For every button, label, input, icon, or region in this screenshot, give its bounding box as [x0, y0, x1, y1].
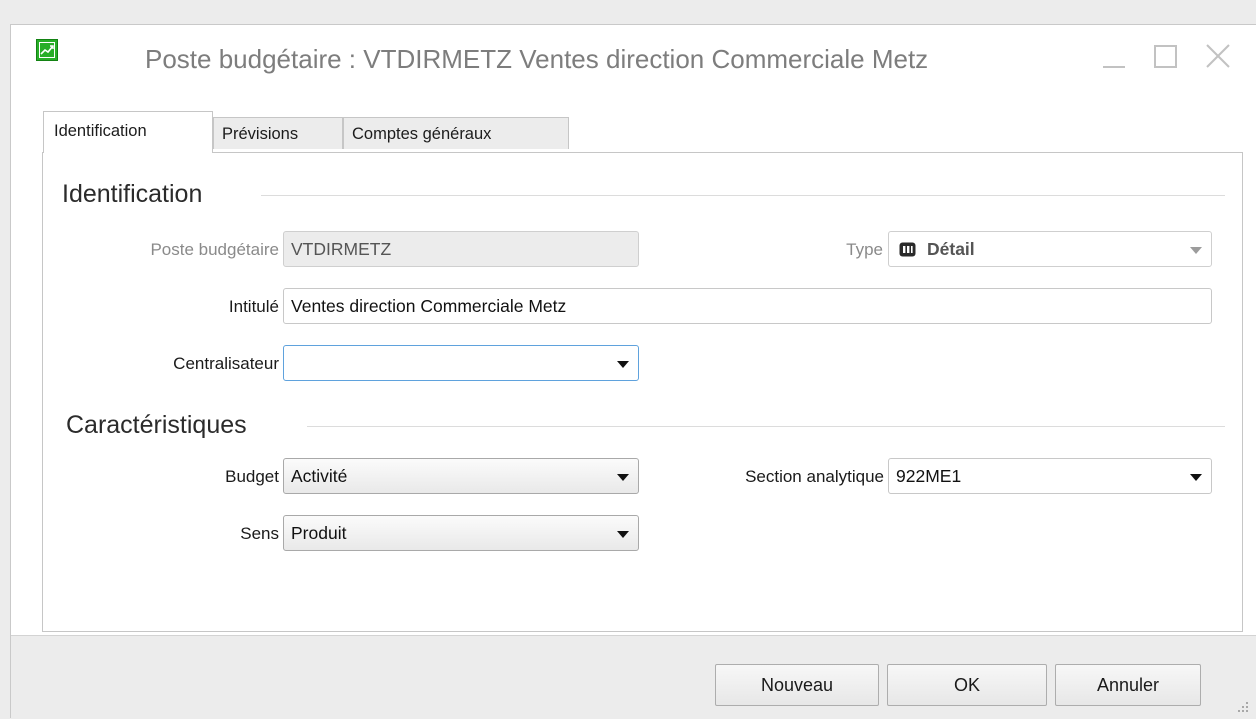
- chevron-down-icon: [617, 474, 629, 481]
- section-analytique-value: 922ME1: [896, 466, 962, 486]
- nouveau-button[interactable]: Nouveau: [715, 664, 879, 706]
- poste-budgetaire-field[interactable]: VTDIRMETZ: [283, 231, 639, 267]
- type-select[interactable]: Détail: [888, 231, 1212, 267]
- intitule-field[interactable]: Ventes direction Commerciale Metz: [283, 288, 1212, 324]
- minimize-button[interactable]: [1099, 37, 1129, 73]
- type-label: Type: [846, 240, 883, 259]
- annuler-button[interactable]: Annuler: [1055, 664, 1201, 706]
- budget-value: Activité: [291, 466, 348, 486]
- dialog-footer: Nouveau OK Annuler: [11, 635, 1256, 719]
- chevron-down-icon: [1190, 474, 1202, 481]
- centralisateur-label: Centralisateur: [173, 354, 279, 373]
- section-title-identification: Identification: [62, 180, 203, 208]
- intitule-label: Intitulé: [228, 297, 279, 316]
- section-divider: [307, 426, 1225, 427]
- sens-value: Produit: [291, 523, 347, 543]
- centralisateur-select[interactable]: [283, 345, 639, 381]
- budget-chart-icon: [36, 39, 58, 61]
- sens-select[interactable]: Produit: [283, 515, 639, 551]
- dialog-window: Poste budgétaire : VTDIRMETZ Ventes dire…: [10, 24, 1256, 719]
- ok-button[interactable]: OK: [887, 664, 1047, 706]
- resize-grip-icon[interactable]: [1237, 701, 1249, 713]
- tab-comptes-generaux[interactable]: Comptes généraux: [343, 117, 569, 149]
- window-title: Poste budgétaire : VTDIRMETZ Ventes dire…: [145, 44, 929, 74]
- chevron-down-icon: [617, 361, 629, 368]
- chevron-down-icon: [617, 531, 629, 538]
- section-title-caracteristiques: Caractéristiques: [66, 411, 247, 439]
- title-bar: Poste budgétaire : VTDIRMETZ Ventes dire…: [11, 25, 1256, 91]
- tab-previsions[interactable]: Prévisions: [213, 117, 343, 149]
- close-button[interactable]: [1203, 37, 1233, 73]
- budget-select[interactable]: Activité: [283, 458, 639, 494]
- budget-label: Budget: [225, 467, 279, 486]
- tab-panel-identification: Identification Poste budgétaire VTDIRMET…: [42, 152, 1243, 632]
- chevron-down-icon: [1190, 247, 1202, 254]
- sens-label: Sens: [240, 524, 279, 543]
- section-analytique-label: Section analytique: [745, 467, 884, 486]
- section-divider: [261, 195, 1225, 196]
- detail-type-icon: [899, 242, 916, 257]
- type-value: Détail: [927, 239, 975, 259]
- section-analytique-select[interactable]: 922ME1: [888, 458, 1212, 494]
- poste-budgetaire-label: Poste budgétaire: [150, 240, 279, 259]
- tab-identification[interactable]: Identification: [43, 111, 213, 153]
- maximize-button[interactable]: [1151, 37, 1181, 73]
